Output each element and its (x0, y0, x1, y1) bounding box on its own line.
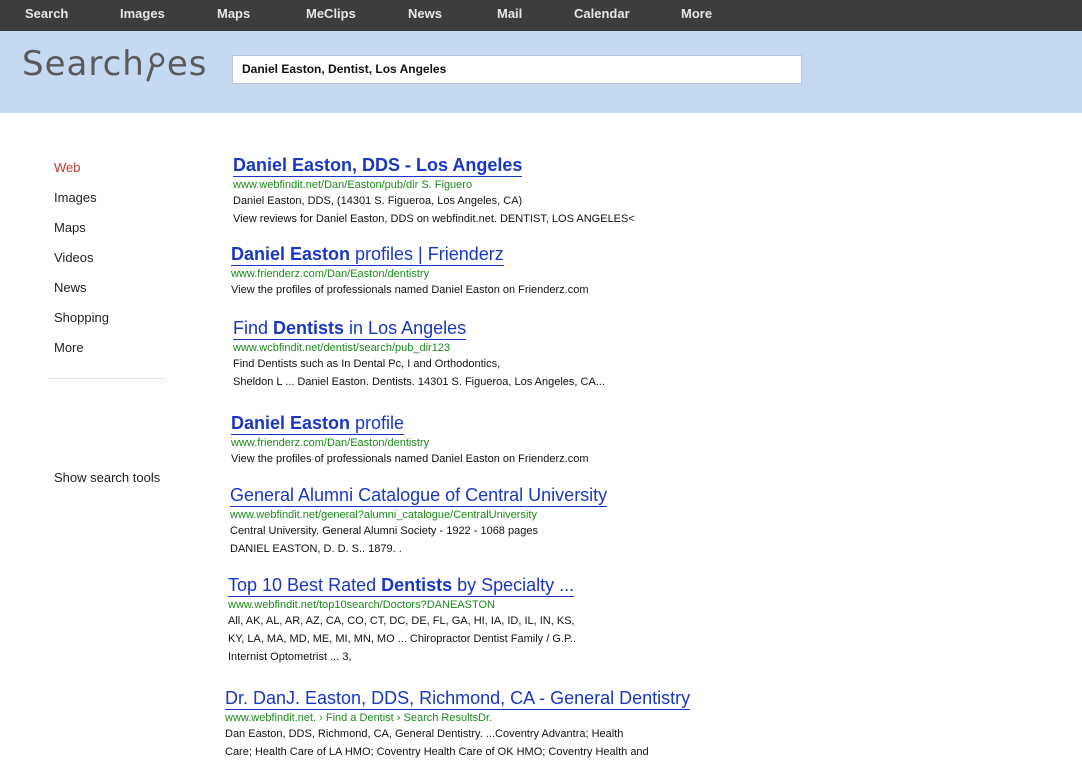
result-snippet-line: DANIEL EASTON, D. D. S.. 1879. . (230, 543, 402, 555)
result-title-link[interactable]: Daniel Easton, DDS - Los Angeles (233, 155, 523, 177)
show-search-tools-link[interactable]: Show search tools (54, 470, 160, 485)
nav-meclips[interactable]: MeClips (306, 6, 356, 21)
search-input[interactable]: Daniel Easton, Dentist, Los Angeles (232, 55, 802, 84)
site-logo[interactable]: Search es (22, 44, 207, 94)
result-snippet-line: View the profiles of professionals named… (231, 453, 589, 465)
nav-news[interactable]: News (408, 6, 442, 21)
result-snippet-line: All, AK, AL, AR, AZ, CA, CO, CT, DC, DE,… (228, 615, 575, 627)
sidebar-item-images[interactable]: Images (54, 190, 97, 205)
search-result: Find Dentists in Los Angeles www.wcbfindi… (233, 318, 605, 391)
result-title-link[interactable]: General Alumni Catalogue of Central Univ… (230, 485, 608, 507)
result-title-part: Dentists (381, 575, 453, 595)
nav-mail[interactable]: Mail (497, 6, 522, 21)
search-result: General Alumni Catalogue of Central Univ… (230, 485, 608, 558)
result-snippet-line: Sheldon L ... Daniel Easton. Dentists. 1… (233, 376, 605, 388)
result-title-link[interactable]: Dr. DanJ. Easton, DDS, Richmond, CA - Ge… (225, 688, 691, 710)
logo-text-end: es (166, 44, 208, 84)
result-snippet-line: KY, LA, MA, MD, ME, MI, MN, MO ... Chiro… (228, 633, 576, 645)
result-url[interactable]: www.wcbfindit.net/dentist/search/pub_dir… (233, 341, 605, 355)
result-title-part: profiles | Frienderz (350, 244, 504, 264)
result-url[interactable]: www.frienderz.com/Dan/Easton/dentistry (231, 436, 588, 450)
result-snippet-line: View the profiles of professionals named… (231, 284, 589, 296)
result-title-link[interactable]: Find Dentists in Los Angeles (233, 318, 467, 340)
result-title-link[interactable]: Daniel Easton profiles | Frienderz (231, 244, 504, 266)
magnifier-icon (145, 50, 167, 84)
result-url[interactable]: www.webfindit.net. › Find a Dentist › Se… (225, 711, 690, 725)
result-title-part: Dentists (273, 318, 345, 338)
result-title-part: Find (233, 318, 274, 338)
top-nav-bar: Search Images Maps MeClips News Mail Cal… (0, 0, 1082, 31)
nav-search[interactable]: Search (25, 6, 68, 21)
search-result: Daniel Easton, DDS - Los Angeles www.webf… (233, 155, 635, 228)
nav-maps[interactable]: Maps (217, 6, 250, 21)
result-snippet-line: Find Dentists such as In Dental Pc, I an… (233, 358, 501, 370)
sidebar-item-shopping[interactable]: Shopping (54, 310, 109, 325)
search-header: Search es Daniel Easton, Dentist, Los Ang… (0, 31, 1082, 113)
sidebar-item-videos[interactable]: Videos (54, 250, 94, 265)
result-title-part: Daniel Easton (231, 244, 351, 264)
result-title-part: General Alumni Catalogue of Central Univ… (230, 485, 608, 505)
result-snippet-line: Care; Health Care of LA HMO; Coventry He… (225, 746, 649, 758)
sidebar-item-maps[interactable]: Maps (54, 220, 86, 235)
result-url[interactable]: www.webfindit.net/Dan/Easton/pub/dir S. … (233, 178, 635, 192)
result-title-part: Top 10 Best Rated (228, 575, 382, 595)
logo-text-start: Search (22, 44, 145, 84)
result-title-part: in Los Angeles (344, 318, 467, 338)
result-title-part: Daniel Easton, DDS - Los Angeles (233, 155, 523, 175)
sidebar-divider (48, 378, 166, 379)
search-result: Daniel Easton profile www.frienderz.com/D… (231, 413, 588, 468)
result-title-part: Daniel Easton (231, 413, 351, 433)
result-url[interactable]: www.frienderz.com/Dan/Easton/dentistry (231, 267, 588, 281)
result-snippet-line: Internist Optometrist ... 3, (228, 651, 352, 663)
nav-more[interactable]: More (681, 6, 712, 21)
result-snippet-line: Dan Easton, DDS, Richmond, CA, General D… (225, 728, 624, 740)
result-title-link[interactable]: Daniel Easton profile (231, 413, 405, 435)
result-snippet-line: Central University. General Alumni Socie… (230, 525, 538, 537)
result-snippet-line: View reviews for Daniel Easton, DDS on w… (233, 213, 635, 225)
result-title-part: by Specialty ... (452, 575, 575, 595)
result-url[interactable]: www.webfindit.net/top10search/Doctors?DA… (228, 598, 576, 612)
nav-images[interactable]: Images (120, 6, 165, 21)
result-url[interactable]: www.webfindit.net/general?alumni_catalog… (230, 508, 607, 522)
search-result: Dr. DanJ. Easton, DDS, Richmond, CA - Ge… (225, 688, 691, 761)
sidebar-item-web[interactable]: Web (54, 160, 81, 175)
sidebar-item-more[interactable]: More (54, 340, 84, 355)
result-title-link[interactable]: Top 10 Best Rated Dentists by Specialty … (228, 575, 575, 597)
result-title-part: Dr. DanJ. Easton, DDS, Richmond, CA - Ge… (225, 688, 691, 708)
result-snippet-line: Daniel Easton, DDS, (14301 S. Figueroa, … (233, 195, 523, 207)
sidebar-item-news[interactable]: News (54, 280, 87, 295)
search-result: Daniel Easton profiles | Frienderz www.fr… (231, 244, 588, 299)
result-title-part: profile (350, 413, 405, 433)
nav-calendar[interactable]: Calendar (574, 6, 630, 21)
search-result: Top 10 Best Rated Dentists by Specialty … (228, 575, 576, 666)
